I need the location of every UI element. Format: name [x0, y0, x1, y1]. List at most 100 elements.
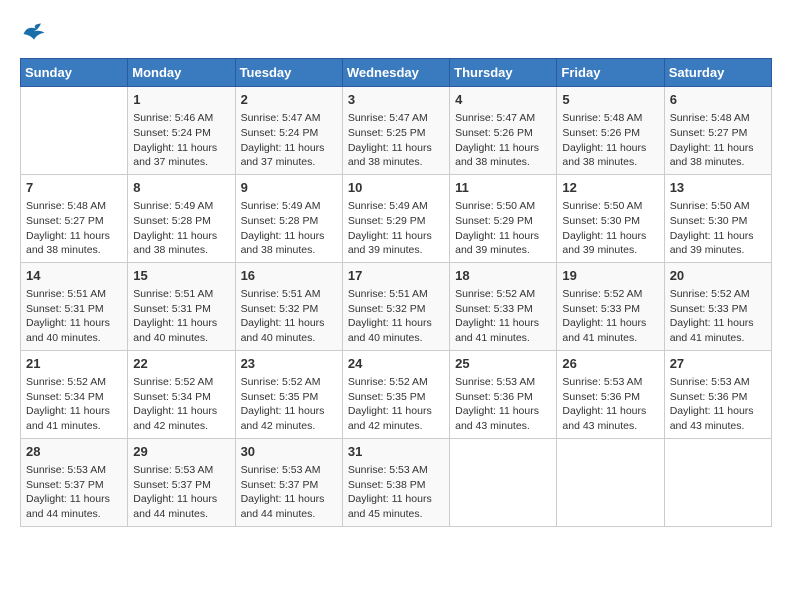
day-info: Daylight: 11 hours — [133, 229, 229, 244]
day-info: and 38 minutes. — [455, 155, 551, 170]
day-info: Daylight: 11 hours — [562, 141, 658, 156]
day-number: 20 — [670, 267, 766, 285]
day-number: 2 — [241, 91, 337, 109]
day-info: Sunrise: 5:51 AM — [133, 287, 229, 302]
day-info: and 39 minutes. — [670, 243, 766, 258]
day-info: Sunset: 5:35 PM — [241, 390, 337, 405]
day-number: 4 — [455, 91, 551, 109]
day-info: Daylight: 11 hours — [348, 492, 444, 507]
days-of-week-row: SundayMondayTuesdayWednesdayThursdayFrid… — [21, 59, 772, 87]
day-info: and 42 minutes. — [348, 419, 444, 434]
day-info: Daylight: 11 hours — [670, 404, 766, 419]
day-info: Sunset: 5:36 PM — [562, 390, 658, 405]
day-info: Sunrise: 5:46 AM — [133, 111, 229, 126]
day-cell: 1Sunrise: 5:46 AMSunset: 5:24 PMDaylight… — [128, 87, 235, 175]
day-info: Daylight: 11 hours — [670, 229, 766, 244]
day-info: Sunset: 5:25 PM — [348, 126, 444, 141]
day-info: Sunrise: 5:51 AM — [241, 287, 337, 302]
day-info: Sunset: 5:28 PM — [133, 214, 229, 229]
day-number: 15 — [133, 267, 229, 285]
day-info: Daylight: 11 hours — [562, 316, 658, 331]
day-info: and 39 minutes. — [455, 243, 551, 258]
day-info: Daylight: 11 hours — [26, 316, 122, 331]
day-info: Sunset: 5:30 PM — [670, 214, 766, 229]
day-info: and 41 minutes. — [562, 331, 658, 346]
day-number: 8 — [133, 179, 229, 197]
day-info: and 37 minutes. — [133, 155, 229, 170]
day-info: Daylight: 11 hours — [455, 404, 551, 419]
day-info: Sunrise: 5:53 AM — [670, 375, 766, 390]
day-number: 28 — [26, 443, 122, 461]
day-info: Sunrise: 5:53 AM — [133, 463, 229, 478]
day-info: Daylight: 11 hours — [562, 404, 658, 419]
day-info: Sunset: 5:26 PM — [455, 126, 551, 141]
day-info: Daylight: 11 hours — [348, 316, 444, 331]
day-info: and 39 minutes. — [348, 243, 444, 258]
day-cell: 27Sunrise: 5:53 AMSunset: 5:36 PMDayligh… — [664, 350, 771, 438]
day-info: Sunrise: 5:52 AM — [241, 375, 337, 390]
week-row-2: 7 Sunrise: 5:48 AMSunset: 5:27 PM Daylight… — [21, 174, 772, 262]
day-info: Daylight: 11 hours — [133, 404, 229, 419]
day-cell: 5Sunrise: 5:48 AMSunset: 5:26 PMDaylight… — [557, 87, 664, 175]
day-info: and 40 minutes. — [241, 331, 337, 346]
day-info: Sunrise: 5:47 AM — [348, 111, 444, 126]
day-info: and 44 minutes. — [133, 507, 229, 522]
week-row-5: 28Sunrise: 5:53 AMSunset: 5:37 PMDayligh… — [21, 438, 772, 526]
day-cell: 17Sunrise: 5:51 AMSunset: 5:32 PMDayligh… — [342, 262, 449, 350]
day-info: Sunrise: 5:51 AM — [348, 287, 444, 302]
day-info: and 41 minutes. — [455, 331, 551, 346]
day-number: 19 — [562, 267, 658, 285]
day-info: and 38 minutes. — [348, 155, 444, 170]
day-number: 5 — [562, 91, 658, 109]
day-header-thursday: Thursday — [450, 59, 557, 87]
day-info: Daylight: 11 hours — [133, 316, 229, 331]
day-info: and 38 minutes. — [133, 243, 229, 258]
day-info: Sunset: 5:27 PM — [26, 214, 122, 229]
day-info: Sunset: 5:24 PM — [241, 126, 337, 141]
day-info: Sunset: 5:33 PM — [670, 302, 766, 317]
day-number: 16 — [241, 267, 337, 285]
day-info: Daylight: 11 hours — [26, 492, 122, 507]
day-number: 3 — [348, 91, 444, 109]
day-cell: 20Sunrise: 5:52 AMSunset: 5:33 PMDayligh… — [664, 262, 771, 350]
day-info: Sunrise: 5:49 AM — [133, 199, 229, 214]
day-cell: 14Sunrise: 5:51 AMSunset: 5:31 PMDayligh… — [21, 262, 128, 350]
day-info: Sunrise: 5:51 AM — [26, 287, 122, 302]
day-info: Daylight: 11 hours — [348, 229, 444, 244]
calendar-table: SundayMondayTuesdayWednesdayThursdayFrid… — [20, 58, 772, 527]
day-number: 9 — [241, 179, 337, 197]
day-cell: 26Sunrise: 5:53 AMSunset: 5:36 PMDayligh… — [557, 350, 664, 438]
day-number: 6 — [670, 91, 766, 109]
day-info: Sunset: 5:34 PM — [133, 390, 229, 405]
header — [20, 20, 772, 48]
day-info: Sunrise: 5:52 AM — [348, 375, 444, 390]
day-cell: 3Sunrise: 5:47 AMSunset: 5:25 PMDaylight… — [342, 87, 449, 175]
day-cell: 31Sunrise: 5:53 AMSunset: 5:38 PMDayligh… — [342, 438, 449, 526]
day-info: Sunrise: 5:52 AM — [26, 375, 122, 390]
day-number: 7 — [26, 179, 122, 197]
day-info: and 45 minutes. — [348, 507, 444, 522]
day-cell: 30Sunrise: 5:53 AMSunset: 5:37 PMDayligh… — [235, 438, 342, 526]
day-cell: 10Sunrise: 5:49 AMSunset: 5:29 PMDayligh… — [342, 174, 449, 262]
day-info: and 42 minutes. — [241, 419, 337, 434]
day-info: and 38 minutes. — [241, 243, 337, 258]
day-cell — [450, 438, 557, 526]
day-number: 30 — [241, 443, 337, 461]
calendar-header: SundayMondayTuesdayWednesdayThursdayFrid… — [21, 59, 772, 87]
day-info: Sunset: 5:32 PM — [348, 302, 444, 317]
week-row-3: 14Sunrise: 5:51 AMSunset: 5:31 PMDayligh… — [21, 262, 772, 350]
day-cell: 2Sunrise: 5:47 AMSunset: 5:24 PMDaylight… — [235, 87, 342, 175]
day-number: 18 — [455, 267, 551, 285]
logo — [20, 20, 52, 48]
day-info: Sunrise: 5:48 AM — [26, 199, 122, 214]
day-info: Sunset: 5:35 PM — [348, 390, 444, 405]
day-info: and 39 minutes. — [562, 243, 658, 258]
day-info: and 41 minutes. — [26, 419, 122, 434]
day-info: and 42 minutes. — [133, 419, 229, 434]
week-row-1: 1Sunrise: 5:46 AMSunset: 5:24 PMDaylight… — [21, 87, 772, 175]
day-info: Sunset: 5:33 PM — [455, 302, 551, 317]
day-info: Sunrise: 5:52 AM — [670, 287, 766, 302]
day-cell: 4Sunrise: 5:47 AMSunset: 5:26 PMDaylight… — [450, 87, 557, 175]
day-info: and 44 minutes. — [26, 507, 122, 522]
day-info: Daylight: 11 hours — [455, 316, 551, 331]
